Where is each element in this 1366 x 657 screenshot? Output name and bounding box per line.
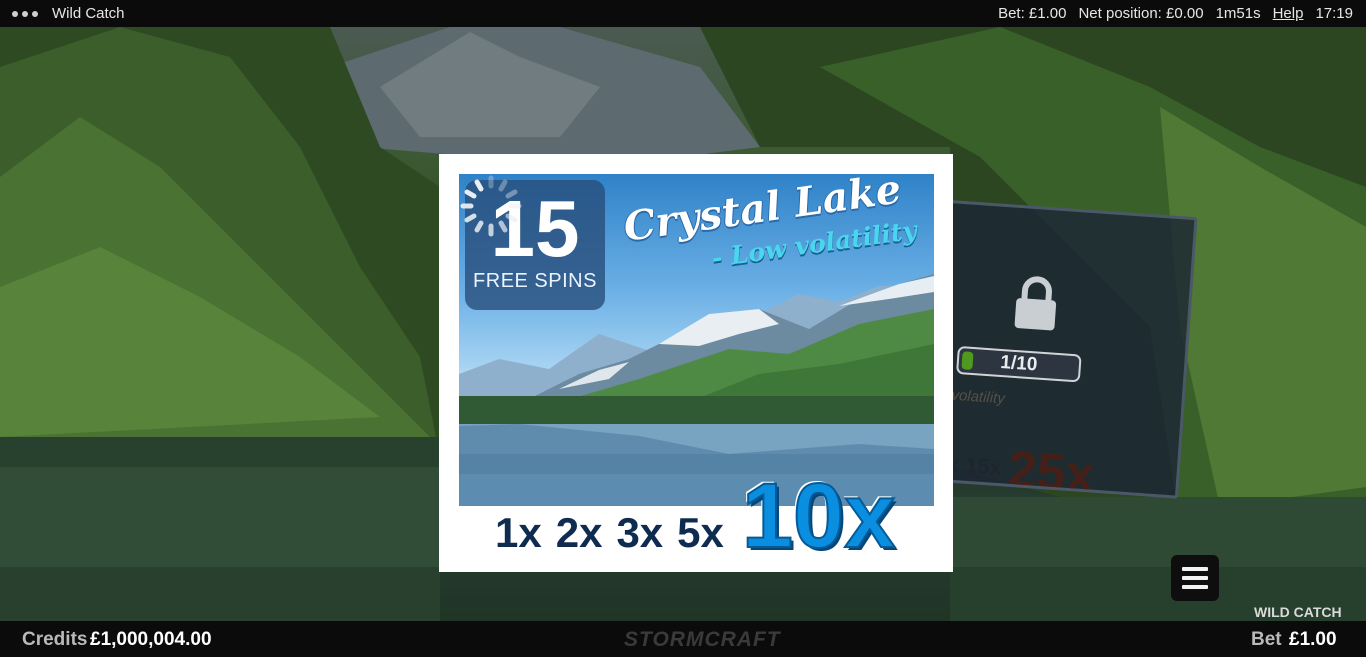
more-dots-icon[interactable]	[12, 10, 38, 17]
app-title: Wild Catch	[52, 5, 125, 22]
unlock-progress-bar: 1/10	[956, 345, 1082, 383]
game-name-tag: WILD CATCH	[1254, 604, 1342, 620]
padlock-icon	[1014, 276, 1057, 331]
help-link[interactable]: Help	[1273, 5, 1304, 22]
session-timer: 1m51s	[1215, 5, 1261, 22]
locked-subtitle: volatility	[950, 386, 1006, 408]
hamburger-menu-icon[interactable]	[1171, 555, 1219, 601]
bet-value: £1.00	[1289, 629, 1337, 650]
multiplier-1: 1x	[495, 509, 542, 556]
session-info: Bet: £1.00 Net position: £0.00 1m51s Hel…	[998, 5, 1353, 22]
credits-label: Credits	[22, 629, 88, 650]
locked-bonus-card[interactable]: 1/10 volatility 0x 15x 25x	[920, 199, 1198, 499]
credits-value: £1,000,004.00	[90, 629, 212, 650]
free-spins-card[interactable]: 15 FREE SPINS Crystal Lake - Low volatil…	[439, 154, 953, 572]
top-bar: Wild Catch Bet: £1.00 Net position: £0.0…	[0, 0, 1366, 27]
free-spins-label: FREE SPINS	[473, 270, 597, 292]
multiplier-3: 3x	[616, 509, 664, 556]
multiplier-4: 5x	[677, 509, 724, 556]
top-multiplier: 10x	[741, 464, 896, 568]
crystal-lake-artwork: 15 FREE SPINS Crystal Lake - Low volatil…	[459, 174, 934, 506]
multiplier-2: 2x	[555, 509, 603, 556]
clock: 17:19	[1315, 5, 1353, 22]
bet-readout: Bet: £1.00	[998, 5, 1067, 22]
multiplier-row: 1x 2x 3x 5x 10x	[495, 464, 896, 569]
bet-label: Bet	[1251, 629, 1282, 650]
progress-text: 1/10	[999, 351, 1039, 376]
loading-spinner-icon	[460, 175, 522, 237]
bottom-bar: Credits £1,000,004.00 STORMCRAFT Bet £1.…	[0, 621, 1366, 657]
brand-logo: STORMCRAFT	[624, 628, 781, 651]
net-position-readout: Net position: £0.00	[1078, 5, 1204, 22]
